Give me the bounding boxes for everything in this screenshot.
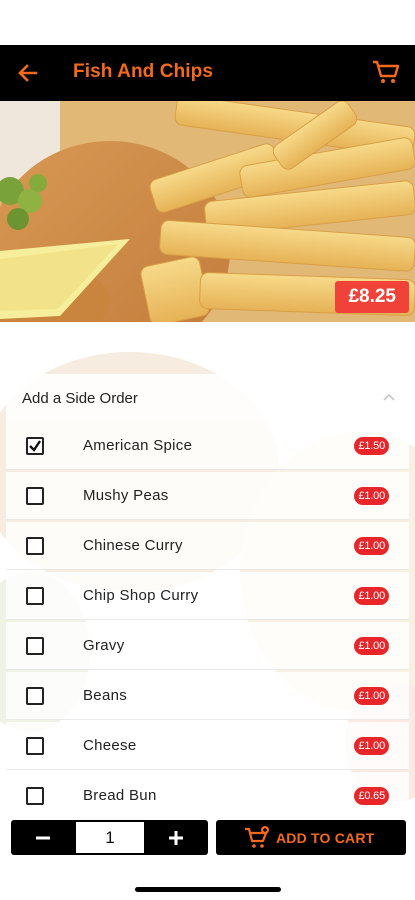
side-order-panel: Add a Side Order American Spice £1.50 Mu… [6,374,409,808]
checkmark-icon [29,440,41,452]
side-order-item-price: £0.65 [354,787,389,805]
cart-icon [373,60,400,83]
side-order-item[interactable]: Chip Shop Curry £1.00 [6,572,409,620]
side-order-item-price: £1.00 [354,537,389,555]
side-order-item-label: Beans [83,687,128,704]
side-order-item-price: £1.50 [354,437,389,455]
side-order-item-label: Mushy Peas [83,487,169,504]
chevron-up-icon [383,393,395,401]
checkbox[interactable] [26,637,44,655]
checkbox[interactable] [26,537,44,555]
side-order-item[interactable]: Beans £1.00 [6,672,409,720]
checkbox[interactable] [26,487,44,505]
price-tag: £8.25 [335,281,409,313]
status-bar [0,0,415,45]
side-order-item-label: Chinese Curry [83,537,183,554]
side-order-item-price: £1.00 [354,587,389,605]
decrease-quantity-button[interactable] [11,820,75,855]
add-to-cart-button[interactable]: ADD TO CART [216,820,406,855]
quantity-stepper: 1 [11,820,208,855]
side-order-item-label: American Spice [83,437,193,454]
side-order-header[interactable]: Add a Side Order [6,374,409,422]
plus-icon [169,830,183,845]
back-button[interactable] [14,59,42,87]
side-order-item-label: Gravy [83,637,125,654]
side-order-item-price: £1.00 [354,637,389,655]
back-arrow-icon [18,64,38,82]
cart-button[interactable] [371,57,401,87]
side-order-item-label: Chip Shop Curry [83,587,199,604]
home-indicator[interactable] [135,887,281,892]
side-order-item[interactable]: Gravy £1.00 [6,622,409,670]
checkbox[interactable] [26,737,44,755]
side-order-item[interactable]: Mushy Peas £1.00 [6,472,409,520]
checkbox[interactable] [26,587,44,605]
app-header: Fish And Chips [0,45,415,101]
side-order-item[interactable]: Cheese £1.00 [6,722,409,770]
add-to-cart-icon [245,826,269,848]
increase-quantity-button[interactable] [144,820,208,855]
minus-icon [36,836,50,839]
side-order-title: Add a Side Order [22,390,138,407]
side-order-item-price: £1.00 [354,687,389,705]
page-title: Fish And Chips [73,61,214,82]
side-order-item-label: Cheese [83,737,137,754]
checkbox-checked[interactable] [26,437,44,455]
checkbox[interactable] [26,687,44,705]
side-order-item[interactable]: Chinese Curry £1.00 [6,522,409,570]
order-footer: 1 ADD TO CART [0,808,415,900]
side-order-item-price: £1.00 [354,737,389,755]
side-order-item[interactable]: American Spice £1.50 [6,422,409,470]
add-to-cart-label: ADD TO CART [276,830,375,846]
quantity-value[interactable]: 1 [76,822,144,853]
side-order-item-price: £1.00 [354,487,389,505]
product-image: £8.25 [0,101,415,322]
side-order-item[interactable]: Bread Bun £0.65 [6,772,409,808]
side-order-item-label: Bread Bun [83,787,157,804]
checkbox[interactable] [26,787,44,805]
